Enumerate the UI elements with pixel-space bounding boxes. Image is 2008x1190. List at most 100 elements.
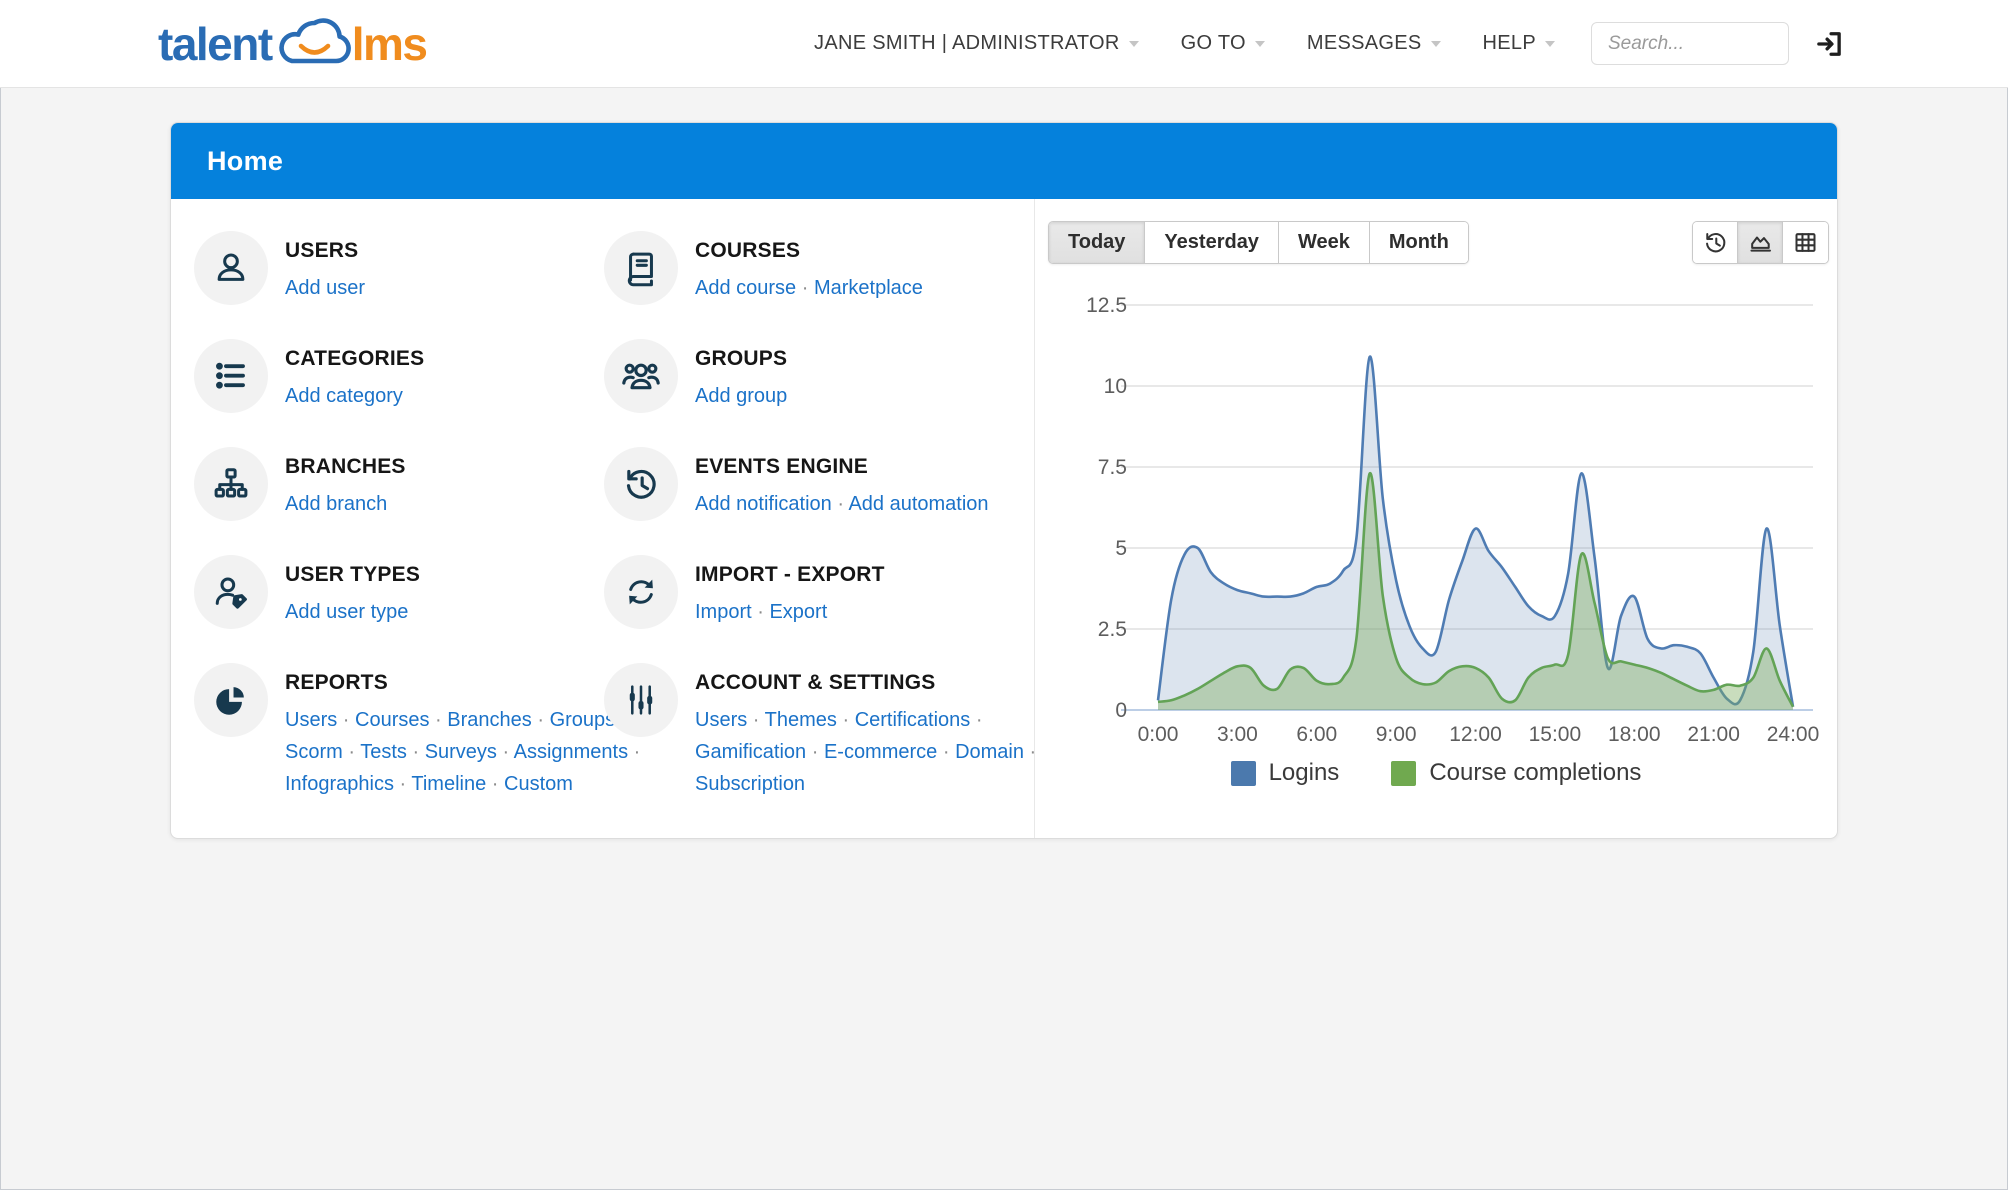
menu-item-groups: GROUPSAdd group (604, 339, 1036, 413)
activity-chart-panel: TodayYesterdayWeekMonth 02.557.51012.50:… (1035, 199, 1837, 838)
book-icon (604, 231, 678, 305)
link-separator: · (497, 741, 514, 763)
menu-link-subscription[interactable]: Subscription (695, 773, 805, 795)
history-view-button[interactable] (1693, 222, 1738, 263)
home-card: Home USERS Add user COURSES Add course · Ma… (170, 122, 1838, 839)
nav-item-jane-smith-administrator[interactable]: JANE SMITH | ADMINISTRATOR (814, 32, 1139, 55)
menu-link-add-notification[interactable]: Add notification (695, 493, 832, 515)
y-tick-label: 2.5 (1098, 618, 1127, 641)
menu-item-title: USER TYPES (285, 563, 420, 587)
menu-link-infographics[interactable]: Infographics (285, 773, 394, 795)
menu-link-add-automation[interactable]: Add automation (848, 493, 988, 515)
menu-link-branches[interactable]: Branches (447, 709, 532, 731)
search-input[interactable] (1591, 22, 1789, 65)
tab-today[interactable]: Today (1049, 222, 1145, 263)
menu-link-gamification[interactable]: Gamification (695, 741, 806, 763)
legend-item-logins: Logins (1231, 759, 1340, 787)
x-tick-label: 12:00 (1449, 723, 1502, 746)
table-grid-button[interactable] (1783, 222, 1828, 263)
menu-item-title: ACCOUNT & SETTINGS (695, 671, 1036, 695)
menu-link-certifications[interactable]: Certifications (855, 709, 971, 731)
sync-icon (604, 555, 678, 629)
talentlms-home-screen: { "navbar": { "logo": { "part1": "talent… (0, 0, 2008, 1190)
nav-item-label: GO TO (1181, 32, 1246, 55)
top-navbar: talent lms JANE SMITH | ADMINISTRATOR GO … (0, 0, 2008, 88)
sliders-icon (604, 663, 678, 737)
menu-link-courses[interactable]: Courses (355, 709, 429, 731)
talentlms-logo[interactable]: talent lms (158, 13, 426, 75)
chevron-down-icon (1431, 41, 1441, 47)
menu-links-line: Add notification · Add automation (695, 488, 989, 520)
menu-link-add-user[interactable]: Add user (285, 277, 365, 299)
area-chart-button[interactable] (1738, 222, 1783, 263)
nav-item-label: HELP (1483, 32, 1536, 55)
link-separator: · (486, 773, 504, 795)
time-range-tabs: TodayYesterdayWeekMonth (1048, 221, 1469, 264)
chevron-down-icon (1545, 41, 1555, 47)
nav-item-go-to[interactable]: GO TO (1181, 32, 1265, 55)
link-separator: · (806, 741, 824, 763)
menu-links-line: Users · Themes · Certifications · (695, 704, 1036, 736)
navbar-menu: JANE SMITH | ADMINISTRATOR GO TO MESSAGES H… (772, 22, 1845, 65)
link-separator: · (832, 493, 849, 515)
menu-item-import-export: IMPORT - EXPORT Import · Export (604, 555, 1036, 629)
menu-item-users: USERS Add user (194, 231, 604, 305)
logins-area (1158, 357, 1793, 710)
menu-links-line: Import · Export (695, 596, 885, 628)
menu-links-line: Add branch (285, 488, 406, 520)
menu-item-reports: REPORTSUsers · Courses · Branches · Grou… (194, 663, 604, 800)
menu-link-export[interactable]: Export (769, 601, 827, 623)
menu-links-line: Gamification · E-commerce · Domain · (695, 736, 1036, 768)
menu-link-import[interactable]: Import (695, 601, 752, 623)
tab-month[interactable]: Month (1370, 222, 1468, 263)
link-separator: · (343, 741, 360, 763)
menu-link-users[interactable]: Users (285, 709, 337, 731)
menu-link-surveys[interactable]: Surveys (425, 741, 497, 763)
menu-item-title: IMPORT - EXPORT (695, 563, 885, 587)
menu-link-add-group[interactable]: Add group (695, 385, 787, 407)
menu-link-domain[interactable]: Domain (955, 741, 1024, 763)
menu-link-add-category[interactable]: Add category (285, 385, 403, 407)
menu-link-users[interactable]: Users (695, 709, 747, 731)
nav-item-label: JANE SMITH | ADMINISTRATOR (814, 32, 1120, 55)
menu-item-title: CATEGORIES (285, 347, 424, 371)
x-tick-label: 6:00 (1296, 723, 1337, 746)
card-header: Home (171, 123, 1837, 199)
menu-link-themes[interactable]: Themes (765, 709, 837, 731)
menu-link-tests[interactable]: Tests (360, 741, 407, 763)
chevron-down-icon (1255, 41, 1265, 47)
link-separator: · (394, 773, 411, 795)
menu-link-marketplace[interactable]: Marketplace (814, 277, 923, 299)
nav-item-help[interactable]: HELP (1483, 32, 1555, 55)
menu-item-user-types: USER TYPES Add user type (194, 555, 604, 629)
tab-yesterday[interactable]: Yesterday (1145, 222, 1279, 263)
menu-link-add-branch[interactable]: Add branch (285, 493, 387, 515)
menu-link-timeline[interactable]: Timeline (411, 773, 486, 795)
menu-link-scorm[interactable]: Scorm (285, 741, 343, 763)
menu-link-add-user-type[interactable]: Add user type (285, 601, 408, 623)
legend-swatch (1231, 761, 1256, 786)
link-separator: · (337, 709, 355, 731)
y-tick-label: 10 (1104, 375, 1127, 398)
activity-chart: 02.557.51012.50:003:006:009:0012:0015:00… (1071, 283, 1826, 753)
page-title: Home (207, 146, 283, 177)
link-separator: · (747, 709, 764, 731)
logout-icon[interactable] (1813, 28, 1845, 60)
menu-item-title: USERS (285, 239, 365, 263)
x-tick-label: 21:00 (1687, 723, 1740, 746)
menu-link-add-course[interactable]: Add course (695, 277, 796, 299)
tab-week[interactable]: Week (1279, 222, 1370, 263)
menu-link-custom[interactable]: Custom (504, 773, 573, 795)
menu-item-title: COURSES (695, 239, 923, 263)
menu-links-line: Scorm · Tests · Surveys · Assignments · (285, 736, 640, 768)
menu-link-e-commerce[interactable]: E-commerce (824, 741, 937, 763)
history-icon (604, 447, 678, 521)
logo-text-talent: talent (158, 21, 272, 67)
admin-shortcuts-menu: USERS Add user COURSES Add course · Marketp… (171, 199, 1035, 838)
nav-item-messages[interactable]: MESSAGES (1307, 32, 1441, 55)
chart-toolbar: TodayYesterdayWeekMonth (1035, 221, 1837, 264)
pie-icon (194, 663, 268, 737)
menu-links-line: Add category (285, 380, 424, 412)
branches-icon (194, 447, 268, 521)
chevron-down-icon (1129, 41, 1139, 47)
